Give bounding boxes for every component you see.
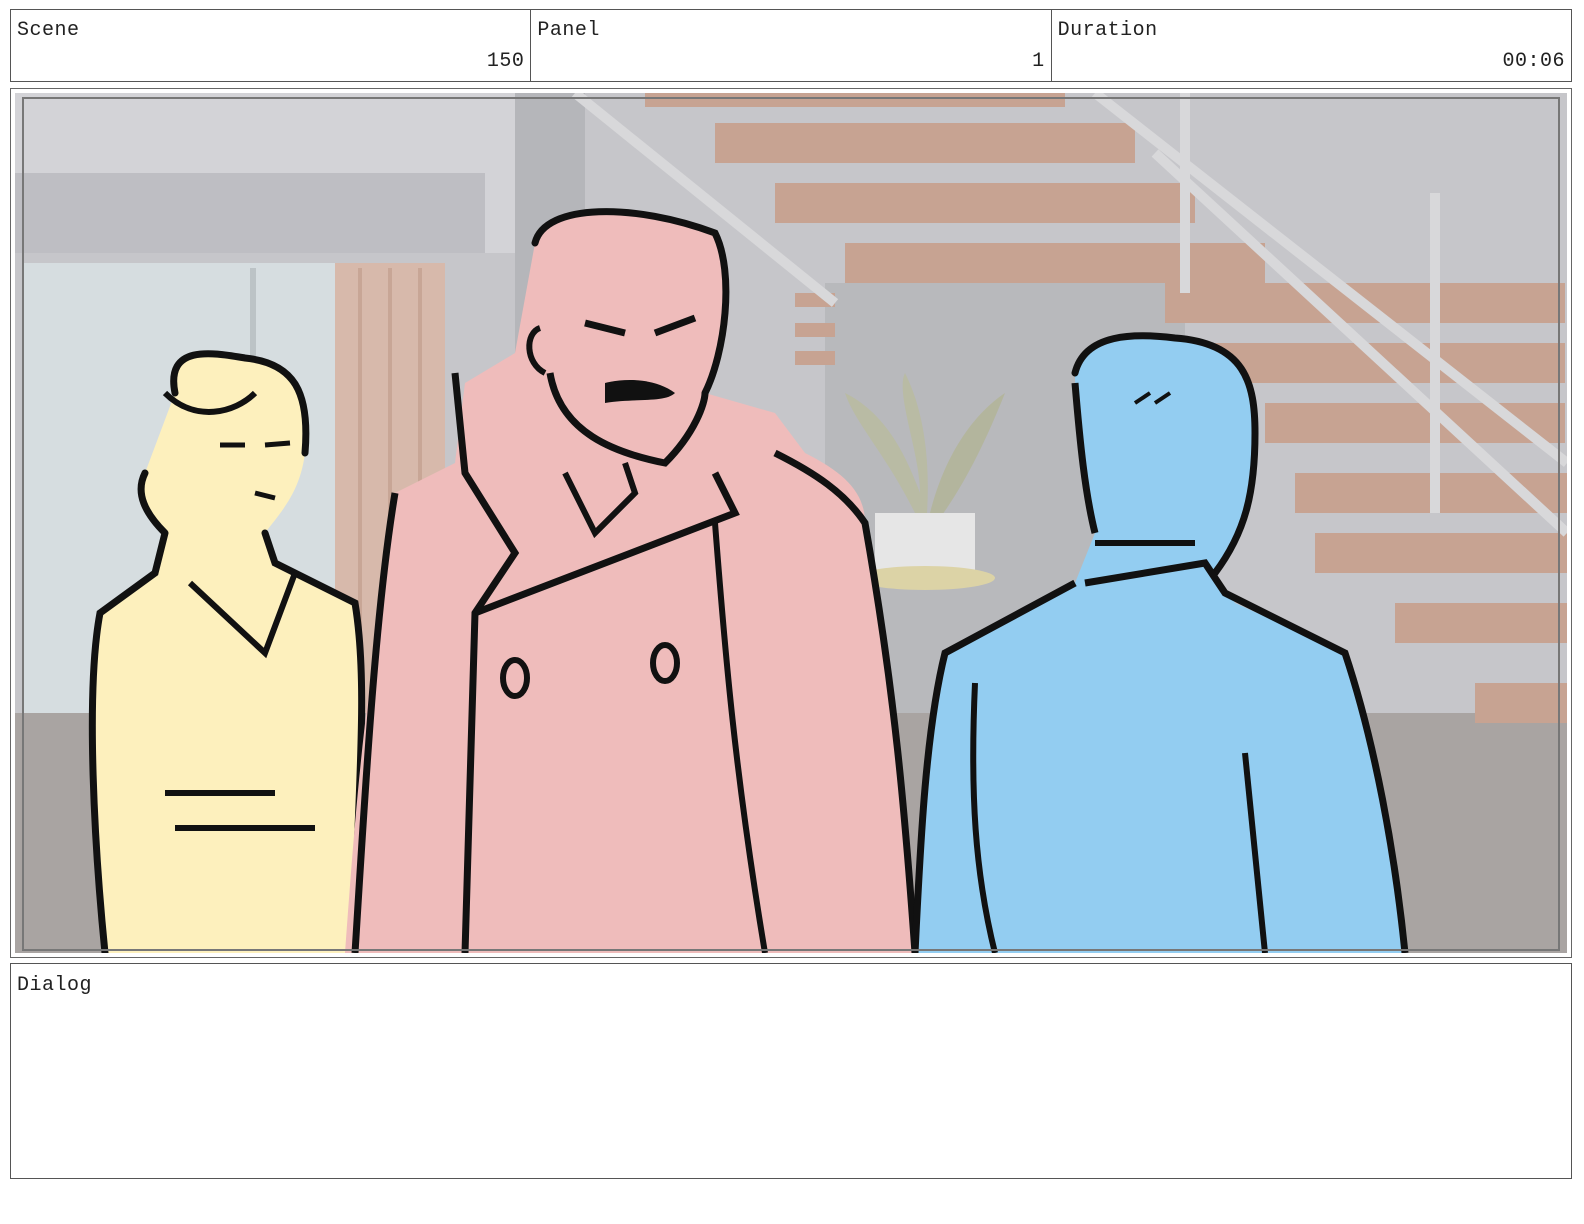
storyboard-image xyxy=(15,93,1567,953)
scene-number[interactable]: 150 xyxy=(487,50,525,73)
duration-cell: Duration 00:06 xyxy=(1052,10,1571,81)
panel-header: Scene 150 Panel 1 Duration 00:06 xyxy=(10,9,1572,82)
scene-label: Scene xyxy=(17,19,80,42)
storyboard-frame[interactable] xyxy=(10,88,1572,958)
duration-label: Duration xyxy=(1057,19,1158,42)
duration-value[interactable]: 00:06 xyxy=(1502,50,1565,73)
panel-cell: Panel 1 xyxy=(531,10,1052,81)
dialog-box[interactable]: Dialog xyxy=(10,963,1572,1179)
scene-cell: Scene 150 xyxy=(11,10,532,81)
panel-label: Panel xyxy=(537,19,600,42)
dialog-label: Dialog xyxy=(17,974,93,997)
scene-illustration xyxy=(15,93,1567,953)
panel-number[interactable]: 1 xyxy=(1032,50,1045,73)
